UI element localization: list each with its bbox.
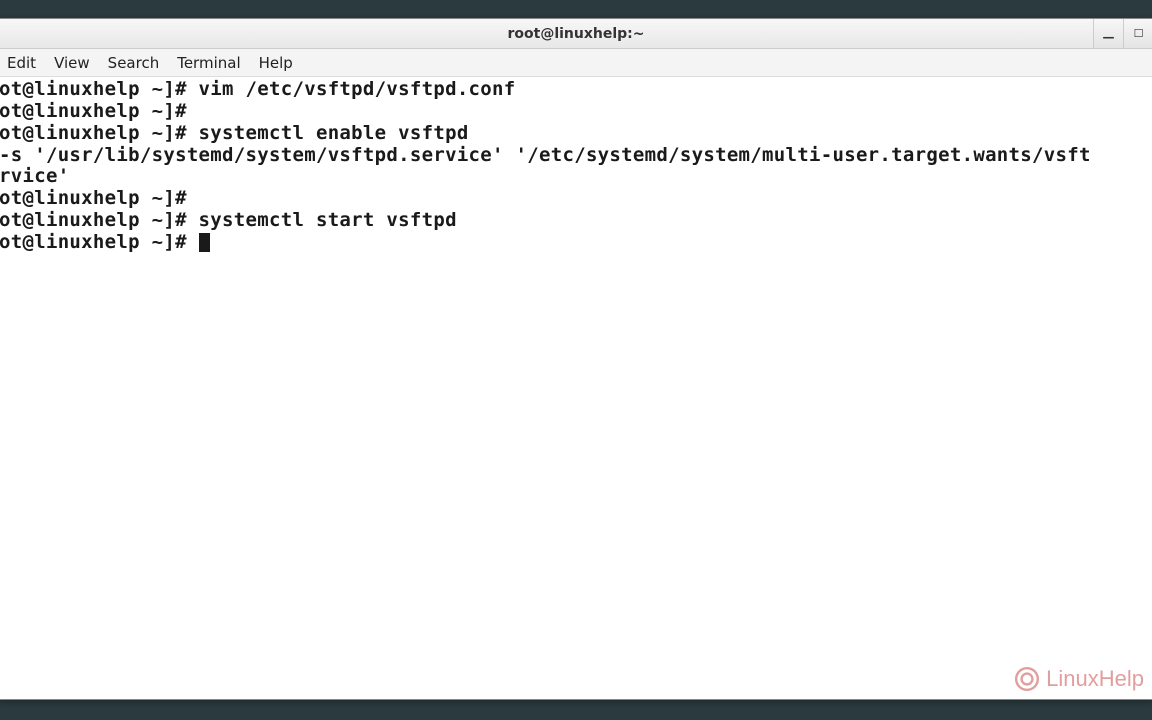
cursor-icon [199,233,210,252]
menu-terminal[interactable]: Terminal [177,54,240,72]
terminal-window: root@linuxhelp:~ Edit View Search Termin… [0,18,1152,700]
terminal-line: -s '/usr/lib/systemd/system/vsftpd.servi… [0,144,1091,166]
window-controls [1093,19,1152,48]
window-title: root@linuxhelp:~ [507,26,644,42]
menu-view[interactable]: View [54,54,90,72]
terminal-line: ot@linuxhelp ~]# systemctl start vsftpd [0,209,457,231]
menubar: Edit View Search Terminal Help [0,49,1152,77]
terminal-line: rvice' [0,165,69,187]
menu-edit[interactable]: Edit [7,54,36,72]
terminal-line: ot@linuxhelp ~]# systemctl enable vsftpd [0,122,469,144]
watermark: LinuxHelp [1014,666,1144,692]
watermark-text: LinuxHelp [1046,666,1144,692]
minimize-button[interactable] [1093,19,1123,48]
terminal-line: ot@linuxhelp ~]# [0,100,187,122]
terminal-line: ot@linuxhelp ~]# [0,231,199,253]
menu-help[interactable]: Help [259,54,293,72]
menu-search[interactable]: Search [108,54,160,72]
terminal-line: ot@linuxhelp ~]# vim /etc/vsftpd/vsftpd.… [0,78,516,100]
terminal-line: ot@linuxhelp ~]# [0,187,187,209]
maximize-button[interactable] [1123,19,1152,48]
terminal-output[interactable]: ot@linuxhelp ~]# vim /etc/vsftpd/vsftpd.… [0,77,1152,699]
linuxhelp-logo-icon [1014,666,1040,692]
titlebar[interactable]: root@linuxhelp:~ [0,19,1152,49]
